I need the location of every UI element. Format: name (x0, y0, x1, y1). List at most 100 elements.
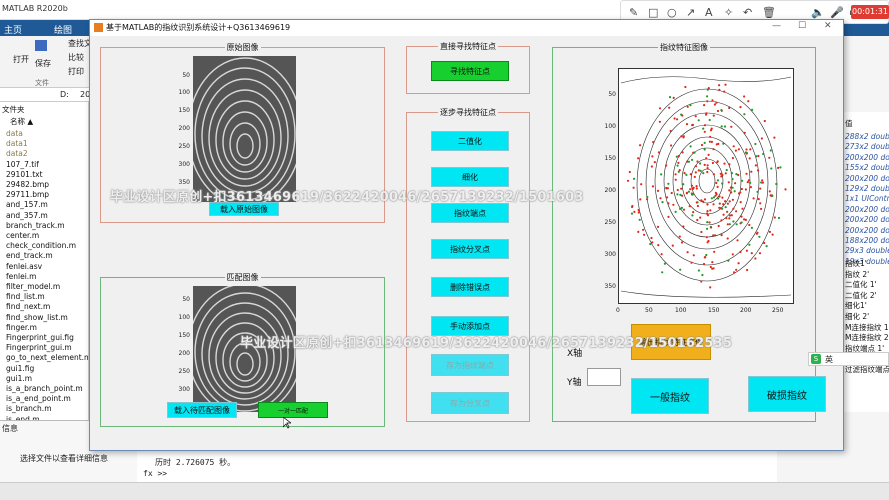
file-list-item[interactable]: fenlei.asv (6, 262, 42, 271)
file-list-item[interactable]: find_list.m (6, 292, 45, 301)
feature-point (732, 145, 735, 148)
text-icon[interactable]: A (705, 6, 713, 19)
file-list-item[interactable]: 107_7.tif (6, 160, 39, 169)
file-list-item[interactable]: filter_model.m (6, 282, 60, 291)
file-list-item[interactable]: find_show_list.m (6, 313, 68, 322)
workspace-variable[interactable]: 指纹 2' (845, 269, 869, 280)
trash-icon[interactable]: 🗑 (762, 6, 776, 19)
workspace-variable[interactable]: M连接指纹 1' (845, 322, 889, 333)
file-list-item[interactable]: is_branch.m (6, 404, 52, 413)
file-list-item[interactable]: check_condition.m (6, 241, 76, 250)
tab-plots[interactable]: 绘图 (54, 23, 72, 36)
file-list-item[interactable]: Fingerprint_gui.m (6, 343, 72, 352)
feature-point (666, 196, 669, 199)
file-list-item[interactable]: is_a_end_point.m (6, 394, 71, 403)
feature-point (706, 164, 709, 167)
thinning-button[interactable]: 细化 (431, 167, 509, 187)
workspace-value[interactable]: 1x1 UIContro (845, 194, 889, 203)
workspace-variable[interactable]: M连接指纹 2' (845, 332, 889, 343)
file-list-item[interactable]: branch_track.m (6, 221, 65, 230)
feature-point (760, 137, 763, 140)
workspace-value[interactable]: 129x2 double (845, 184, 889, 193)
file-list-item[interactable]: go_to_next_element.m (6, 353, 88, 362)
workspace-variable[interactable]: 细化1' (845, 300, 867, 311)
workspace-value[interactable]: 155x2 double (845, 163, 889, 172)
mic-icon[interactable]: 🎤 (830, 6, 844, 19)
workspace-value[interactable]: 288x2 double (845, 132, 889, 141)
y-tick: 100 (604, 123, 616, 130)
file-list-item[interactable]: finger.m (6, 323, 37, 332)
save-branch-points-button[interactable]: 存为分叉点 (431, 392, 509, 414)
file-list-item[interactable]: fenlei.m (6, 272, 36, 281)
pen-icon[interactable]: ✎ (629, 6, 638, 19)
workspace-value[interactable]: 200x200 doub (845, 215, 889, 224)
one-to-one-match-button[interactable]: 一对一匹配 (258, 402, 328, 418)
save-button[interactable]: 保存 (35, 58, 51, 69)
file-list-item[interactable]: is_a_branch_point.m (6, 384, 83, 393)
open-button[interactable]: 打开 (13, 54, 29, 65)
print-button[interactable]: 打印 (68, 66, 84, 77)
file-list-item[interactable]: 29482.bmp (6, 180, 49, 189)
arrow-icon[interactable]: ↗ (686, 6, 695, 19)
file-list-item[interactable]: and_357.m (6, 211, 48, 220)
file-list-item[interactable]: gui1.m (6, 374, 32, 383)
y-axis-input[interactable] (587, 368, 621, 386)
feature-point (697, 269, 700, 272)
find-features-button[interactable]: 寻找特征点 (431, 61, 509, 81)
close-button[interactable]: ✕ (824, 21, 832, 31)
feature-point (717, 197, 720, 200)
feature-point (657, 244, 660, 247)
command-prompt[interactable]: fx >> (143, 469, 167, 478)
workspace-value[interactable]: 200x200 doub (845, 153, 889, 162)
feature-point (656, 225, 660, 228)
rectangle-icon[interactable]: □ (648, 6, 658, 19)
file-list-item[interactable]: end_track.m (6, 251, 53, 260)
workspace-value[interactable]: 200x200 doub (845, 205, 889, 214)
file-list-item[interactable]: data (6, 129, 23, 138)
delete-error-points-button[interactable]: 删除错误点 (431, 277, 509, 297)
file-list-item[interactable]: find_next.m (6, 302, 50, 311)
workspace-variable[interactable]: 细化 2' (845, 311, 869, 322)
circle-icon[interactable]: ○ (667, 6, 677, 19)
branch-points-button[interactable]: 指纹分叉点 (431, 239, 509, 259)
maximize-button[interactable]: ☐ (798, 21, 806, 31)
file-list-item[interactable]: gui1.fig (6, 364, 34, 373)
file-list-item[interactable]: 29101.txt (6, 170, 43, 179)
compare-button[interactable]: 比较 (68, 52, 84, 63)
binarize-button[interactable]: 二值化 (431, 131, 509, 151)
file-list-item[interactable]: data2 (6, 149, 28, 158)
highlight-icon[interactable]: ✧ (724, 6, 733, 19)
name-column-header[interactable]: 名称 ▲ (10, 116, 33, 127)
speaker-icon[interactable]: 🔈 (811, 6, 825, 19)
workspace-value[interactable]: 200x200 doub (845, 174, 889, 183)
workspace-value[interactable]: 29x3 double (845, 246, 889, 255)
feature-point (723, 162, 726, 165)
workspace-value[interactable]: 188x200 doub (845, 236, 889, 245)
feature-point (726, 202, 729, 205)
feature-point (758, 252, 762, 255)
normal-fingerprint-button[interactable]: 一般指纹 (631, 378, 709, 414)
file-list-item[interactable]: and_157.m (6, 200, 48, 209)
save-end-points-button[interactable]: 存为指纹端点 (431, 354, 509, 376)
feature-point (696, 160, 699, 163)
address-bar[interactable]: D: 20 (0, 88, 100, 102)
feature-point (705, 157, 708, 160)
feature-point (718, 195, 721, 198)
workspace-value[interactable]: 200x200 doub (845, 226, 889, 235)
file-list-item[interactable]: center.m (6, 231, 39, 240)
workspace-variable[interactable]: 二值化 2' (845, 290, 877, 301)
damaged-fingerprint-button[interactable]: 破损指纹 (748, 376, 826, 412)
ime-indicator[interactable]: S 英 (808, 352, 889, 366)
tab-home[interactable]: 主页 (4, 23, 22, 36)
file-list-item[interactable]: data1 (6, 139, 28, 148)
workspace-variable[interactable]: 指纹1' (845, 258, 867, 269)
file-list-item[interactable]: 29711.bmp (6, 190, 49, 199)
file-list-item[interactable]: Fingerprint_gui.fig (6, 333, 74, 342)
minimize-button[interactable]: — (772, 21, 781, 31)
end-points-button[interactable]: 指纹端点 (431, 203, 509, 223)
load-match-button[interactable]: 载入待匹配图像 (167, 402, 237, 418)
workspace-value[interactable]: 273x2 double (845, 142, 889, 151)
workspace-variable[interactable]: 二值化 1' (845, 279, 877, 290)
undo-icon[interactable]: ↶ (743, 6, 752, 19)
feature-point (727, 259, 730, 262)
